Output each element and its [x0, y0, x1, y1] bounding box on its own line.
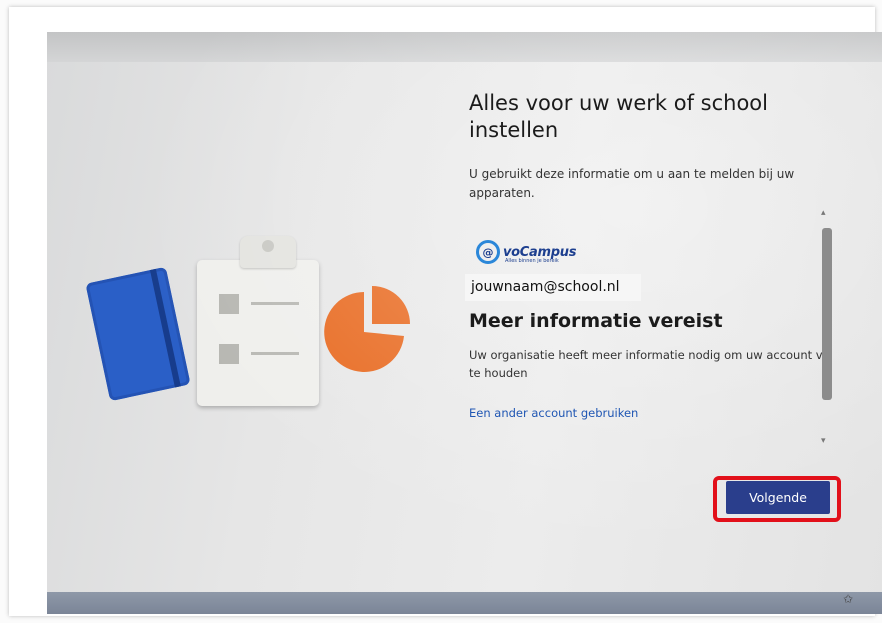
logo-tagline: Alles binnen je bereik [505, 258, 559, 264]
screen-bottom-band [47, 592, 882, 614]
accessibility-icon[interactable]: ✩ [843, 592, 853, 606]
checkbox-graphic [219, 294, 239, 314]
next-button[interactable]: Volgende [726, 481, 830, 514]
pie-small-slice [372, 286, 410, 324]
clipboard-illustration [197, 260, 319, 406]
other-account-link[interactable]: Een ander account gebruiken [469, 406, 638, 420]
notebook-band [149, 268, 181, 388]
page-title: Alles voor uw werk of school instellen [469, 91, 768, 142]
pie-chart-illustration [324, 286, 410, 372]
screen-top-band [47, 32, 882, 62]
scroll-thumb[interactable] [822, 228, 832, 400]
checkbox-graphic [219, 344, 239, 364]
message-line: te houden [469, 366, 528, 380]
line-graphic [251, 352, 299, 355]
logo-at-icon: @ [476, 240, 500, 264]
chevron-up-icon[interactable]: ▴ [821, 208, 826, 218]
clip-hole [262, 240, 274, 252]
scrollbar[interactable]: ▴ ▾ [820, 208, 834, 451]
clipboard-clip [240, 236, 296, 268]
illustration [85, 232, 422, 422]
line-graphic [251, 302, 299, 305]
page-subtitle: U gebruikt deze informatie om u aan te m… [469, 167, 795, 200]
info-required-message: Uw organisatie heeft meer informatie nod… [469, 346, 825, 382]
organization-logo: @ voCampus Alles binnen je bereik [476, 238, 576, 266]
chevron-down-icon[interactable]: ▾ [821, 436, 826, 446]
message-line: Uw organisatie heeft meer informatie nod… [469, 348, 825, 362]
notebook-illustration [85, 266, 191, 402]
info-required-heading: Meer informatie vereist [469, 310, 723, 332]
account-email: jouwnaam@school.nl [465, 274, 641, 301]
